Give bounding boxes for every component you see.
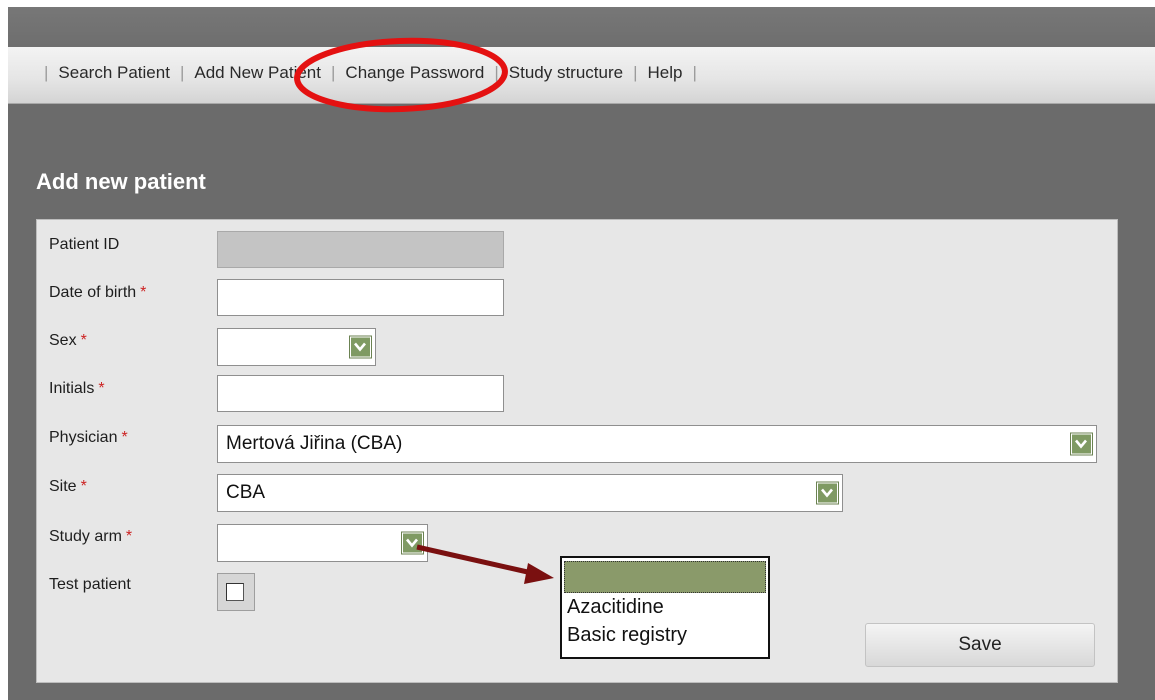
- test-patient-checkbox-frame: [217, 573, 255, 611]
- date-of-birth-field[interactable]: [217, 279, 504, 316]
- test-patient-checkbox[interactable]: [226, 583, 244, 601]
- nav-separator: |: [633, 63, 638, 82]
- date-of-birth-label-text: Date of birth: [49, 284, 137, 301]
- nav-study-structure[interactable]: Study structure: [509, 63, 623, 83]
- required-marker: *: [80, 478, 87, 495]
- sex-select[interactable]: [217, 328, 376, 366]
- test-patient-label: Test patient: [49, 576, 131, 594]
- required-marker: *: [125, 528, 133, 545]
- initials-label-text: Initials: [49, 380, 95, 397]
- physician-select[interactable]: Mertová Jiřina (CBA): [217, 425, 1097, 463]
- study-arm-label: Study arm *: [49, 528, 132, 546]
- site-label-text: Site: [49, 478, 77, 495]
- required-marker: *: [140, 284, 147, 301]
- nav-separator: |: [494, 63, 499, 82]
- study-arm-select[interactable]: [217, 524, 428, 562]
- nav-separator: |: [179, 63, 185, 82]
- save-button[interactable]: Save: [865, 623, 1095, 667]
- chevron-down-icon[interactable]: [349, 335, 372, 359]
- nav-items: | Search Patient | Add New Patient | Cha…: [34, 63, 707, 83]
- physician-label: Physician *: [49, 429, 128, 447]
- sex-label-text: Sex: [49, 332, 77, 349]
- site-label: Site *: [49, 478, 87, 496]
- dropdown-option-azacitidine[interactable]: Azacitidine: [562, 593, 768, 621]
- top-strip: [8, 7, 1155, 47]
- patient-id-field: [217, 231, 504, 268]
- nav-separator: |: [44, 63, 49, 82]
- nav-add-new-patient[interactable]: Add New Patient: [194, 63, 321, 83]
- patient-id-label-text: Patient ID: [49, 236, 120, 253]
- chevron-down-icon[interactable]: [816, 481, 839, 505]
- site-select-value: CBA: [226, 482, 266, 503]
- chevron-down-icon[interactable]: [401, 531, 424, 555]
- physician-label-text: Physician: [49, 429, 118, 446]
- dropdown-option-empty[interactable]: [564, 561, 766, 593]
- date-of-birth-label: Date of birth *: [49, 284, 146, 302]
- required-marker: *: [98, 380, 105, 397]
- main-nav: | Search Patient | Add New Patient | Cha…: [8, 47, 1155, 104]
- nav-separator: |: [331, 63, 336, 82]
- page-title: Add new patient: [36, 169, 206, 194]
- nav-separator: |: [692, 63, 697, 82]
- test-patient-label-text: Test patient: [49, 576, 131, 593]
- patient-id-label: Patient ID: [49, 236, 119, 254]
- initials-label: Initials *: [49, 380, 105, 398]
- required-marker: *: [121, 429, 128, 446]
- site-select[interactable]: CBA: [217, 474, 843, 512]
- nav-help[interactable]: Help: [648, 63, 683, 83]
- initials-field[interactable]: [217, 375, 504, 412]
- nav-change-password[interactable]: Change Password: [345, 63, 484, 83]
- study-arm-label-text: Study arm: [49, 528, 122, 545]
- study-arm-dropdown-list: Azacitidine Basic registry: [560, 556, 770, 659]
- physician-select-value: Mertová Jiřina (CBA): [226, 433, 403, 454]
- sex-label: Sex *: [49, 332, 87, 350]
- chevron-down-icon[interactable]: [1070, 432, 1093, 456]
- dropdown-option-basic-registry[interactable]: Basic registry: [562, 621, 768, 649]
- required-marker: *: [80, 332, 87, 349]
- nav-search-patient[interactable]: Search Patient: [58, 63, 170, 83]
